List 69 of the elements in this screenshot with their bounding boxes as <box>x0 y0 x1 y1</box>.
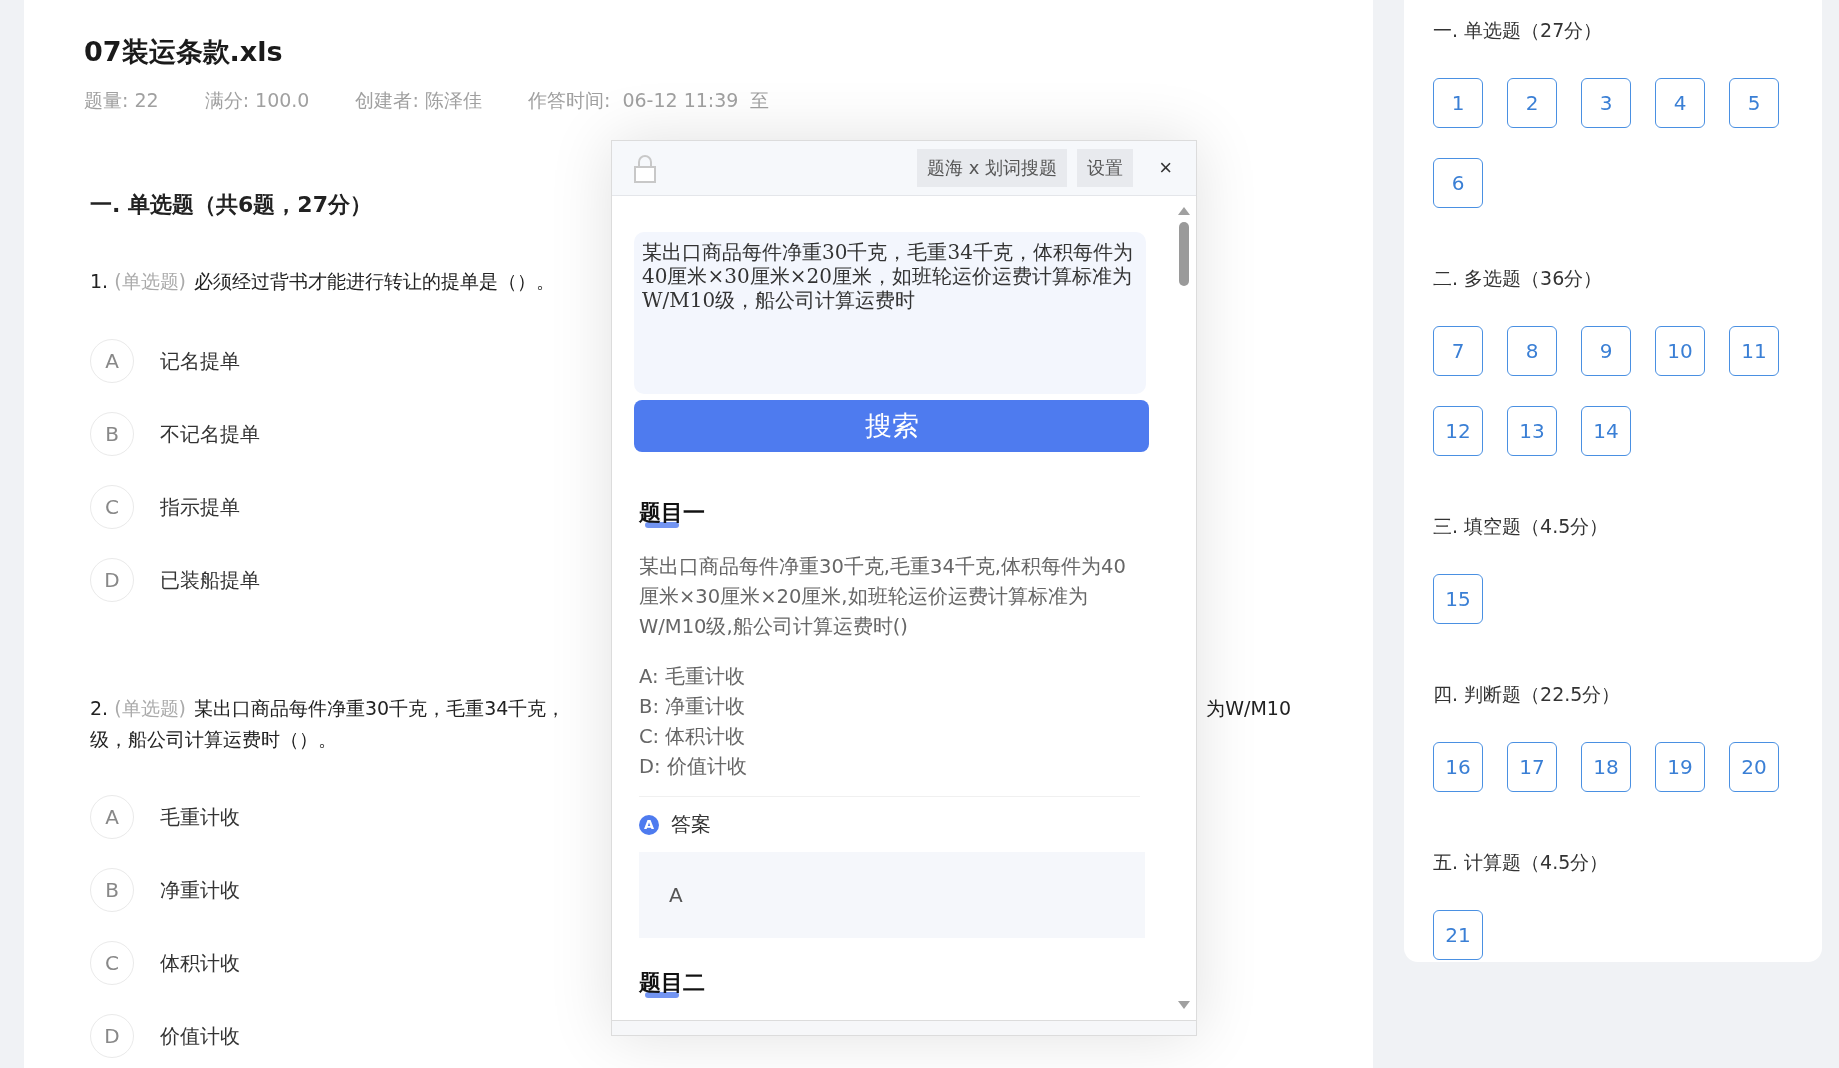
question-number-button[interactable]: 8 <box>1507 326 1557 376</box>
section-heading: 一. 单选题（共6题，27分） <box>90 191 372 219</box>
question-number-button[interactable]: 10 <box>1655 326 1705 376</box>
result-heading: 题目一 <box>639 500 705 525</box>
question-number-button[interactable]: 3 <box>1581 78 1631 128</box>
question-number-button[interactable]: 15 <box>1433 574 1483 624</box>
result-question: 某出口商品每件净重30千克,毛重34千克,体积每件为40厘米×30厘米×20厘米,如班轮运价运费计算标准为W/M10级,船公司计算运费时() <box>639 554 1127 640</box>
answer-label: 答案 <box>671 811 711 838</box>
question-number-button[interactable]: 6 <box>1433 158 1483 208</box>
option-text[interactable]: 已装船提单 <box>160 566 260 594</box>
header-button[interactable]: 题海 x 划词搜题 <box>917 149 1068 187</box>
question-number-button[interactable]: 13 <box>1507 406 1557 456</box>
question-number-button[interactable]: 20 <box>1729 742 1779 792</box>
result-heading: 题目二 <box>639 970 705 995</box>
option-text[interactable]: 不记名提单 <box>160 420 260 448</box>
question-number-button[interactable]: 1 <box>1433 78 1483 128</box>
section-title: 四. 判断题（22.5分） <box>1433 682 1622 707</box>
question-text: 某出口商品每件净重30千克，毛重34千克， <box>193 696 566 721</box>
question-number: 1. <box>90 269 109 294</box>
scroll-down-icon[interactable] <box>1177 1000 1191 1010</box>
question-text: 级，船公司计算运费时（）。 <box>90 727 337 752</box>
section-title: 二. 多选题（36分） <box>1433 266 1604 291</box>
question-number-button[interactable]: 17 <box>1507 742 1557 792</box>
highlight-mark <box>645 992 679 998</box>
question-number-button[interactable]: 7 <box>1433 326 1483 376</box>
question-number-button[interactable]: 2 <box>1507 78 1557 128</box>
option-text[interactable]: 指示提单 <box>160 493 240 521</box>
close-button[interactable]: × <box>1151 155 1180 181</box>
question-number-button[interactable]: 21 <box>1433 910 1483 960</box>
result-option: D: 价值计收 <box>639 752 1140 782</box>
section-title: 一. 单选题（27分） <box>1433 18 1604 43</box>
result-option: A: 毛重计收 <box>639 662 1140 692</box>
meta-info: 题量: 22 <box>84 88 159 113</box>
option-text[interactable]: 净重计收 <box>160 876 240 904</box>
option-text[interactable]: 体积计收 <box>160 949 240 977</box>
question-text: 为W/M10 <box>1206 696 1291 721</box>
answer-icon: A <box>639 814 659 835</box>
query-field[interactable]: 某出口商品每件净重30千克，毛重34千克，体积每件为40厘米×30厘米×20厘米，如班轮运价运费计算标准为W/M10级，船公司计算运费时 <box>634 232 1146 394</box>
search-button[interactable]: 搜索 <box>634 400 1149 452</box>
question-number: 2. <box>90 696 109 721</box>
highlight-mark <box>645 522 679 528</box>
question-text: 必须经过背书才能进行转让的提单是（）。 <box>193 269 555 294</box>
file-title: 07装运条款.xls <box>84 35 284 69</box>
question-number-button[interactable]: 12 <box>1433 406 1483 456</box>
scrollbar-thumb[interactable] <box>1179 222 1189 286</box>
question-type: (单选题) <box>114 696 186 721</box>
meta-info: 作答时间: 06-12 11:39 至 <box>527 88 770 113</box>
section-title: 三. 填空题（4.5分） <box>1433 514 1610 539</box>
scroll-up-icon[interactable] <box>1177 206 1191 216</box>
question-number-button[interactable]: 9 <box>1581 326 1631 376</box>
question-number-button[interactable]: 5 <box>1729 78 1779 128</box>
question-number-button[interactable]: 4 <box>1655 78 1705 128</box>
result-option: B: 净重计收 <box>639 692 1140 722</box>
question-number-button[interactable]: 16 <box>1433 742 1483 792</box>
result-option: C: 体积计收 <box>639 722 1140 752</box>
question-number-button[interactable]: 18 <box>1581 742 1631 792</box>
option-text[interactable]: 价值计收 <box>160 1022 240 1050</box>
question-number-button[interactable]: 14 <box>1581 406 1631 456</box>
section-title: 五. 计算题（4.5分） <box>1433 850 1610 875</box>
question-number-button[interactable]: 19 <box>1655 742 1705 792</box>
lock-icon[interactable] <box>634 153 656 183</box>
option-text[interactable]: 毛重计收 <box>160 803 240 831</box>
meta-info: 满分: 100.0 <box>204 88 310 113</box>
option-text[interactable]: 记名提单 <box>160 347 240 375</box>
meta-info: 创建者: 陈泽佳 <box>355 88 482 113</box>
question-number-button[interactable]: 11 <box>1729 326 1779 376</box>
answer-box: A <box>639 852 1145 938</box>
question-type: (单选题) <box>114 269 186 294</box>
header-button[interactable]: 设置 <box>1077 149 1134 187</box>
